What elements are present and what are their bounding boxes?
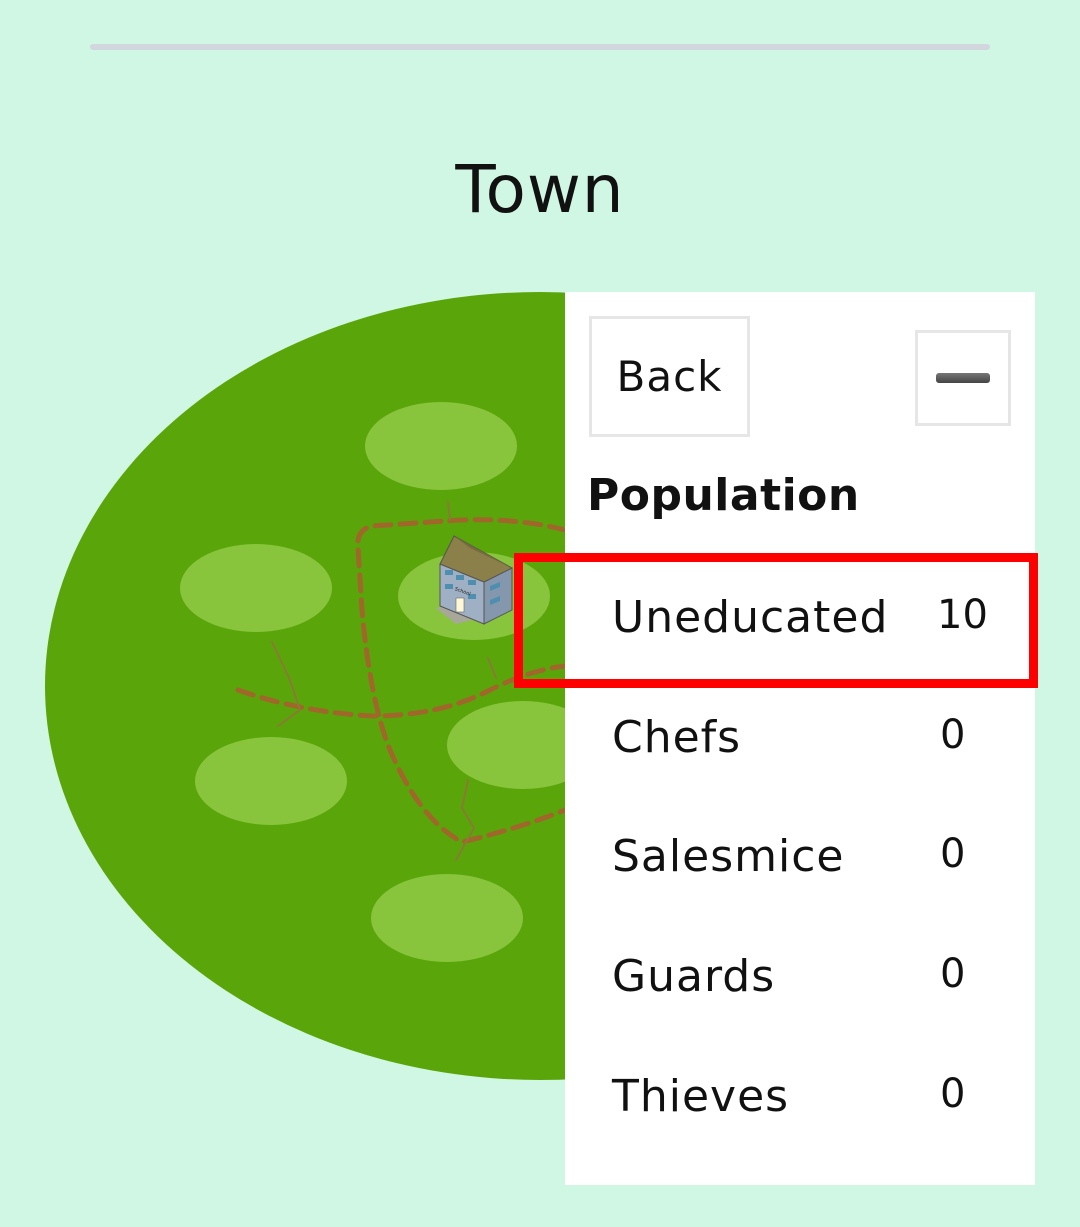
town-ground [45, 292, 580, 1080]
page-title: Town [455, 151, 625, 228]
building-plot[interactable] [365, 402, 517, 490]
population-row-uneducated[interactable]: Uneducated 10 [565, 568, 1035, 668]
population-row-salesmice[interactable]: Salesmice 0 [565, 807, 1035, 907]
population-label: Salesmice [612, 831, 845, 882]
population-label: Uneducated [612, 592, 889, 643]
building-plot[interactable] [180, 544, 332, 632]
population-count: 0 [940, 712, 966, 758]
building-plot[interactable] [195, 737, 347, 825]
population-label: Chefs [612, 712, 742, 763]
town-map[interactable]: School [0, 280, 580, 1100]
population-row-chefs[interactable]: Chefs 0 [565, 688, 1035, 788]
population-heading: Population [587, 470, 860, 521]
population-panel: Back Population Uneducated 10 Chefs 0 Sa… [565, 292, 1035, 1185]
population-count: 0 [940, 951, 966, 997]
minimize-icon [936, 373, 990, 383]
back-button[interactable]: Back [589, 316, 750, 437]
population-count: 10 [937, 592, 988, 638]
population-label: Thieves [612, 1071, 790, 1122]
population-count: 0 [940, 831, 966, 877]
population-row-thieves[interactable]: Thieves 0 [565, 1047, 1035, 1147]
population-row-guards[interactable]: Guards 0 [565, 927, 1035, 1027]
minimize-button[interactable] [915, 330, 1011, 426]
population-count: 0 [940, 1071, 966, 1117]
building-plot[interactable] [371, 874, 523, 962]
population-label: Guards [612, 951, 776, 1002]
top-divider [90, 44, 990, 50]
